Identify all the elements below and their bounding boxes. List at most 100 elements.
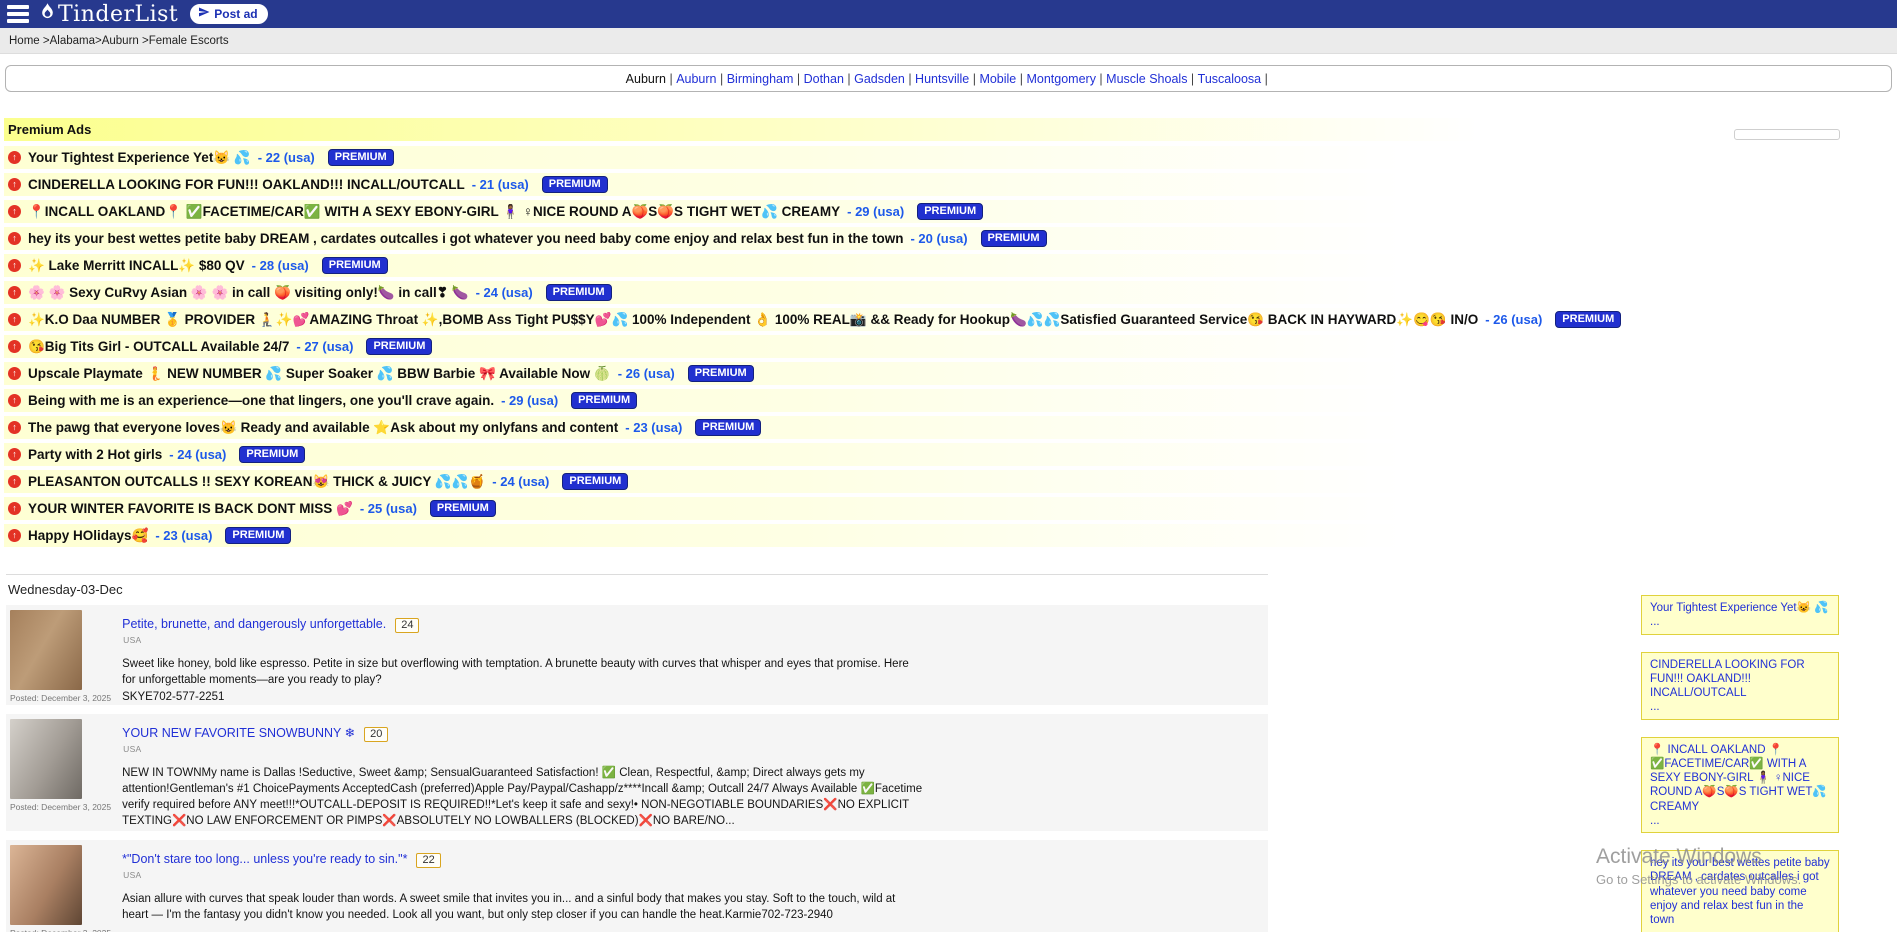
city-link-tuscaloosa[interactable]: Tuscaloosa xyxy=(1198,72,1261,86)
listing-title[interactable]: *"Don't stare too long... unless you're … xyxy=(122,852,407,866)
up-arrow-icon: ↑ xyxy=(8,313,21,326)
listing-country: USA xyxy=(123,635,922,645)
premium-ad-title[interactable]: hey its your best wettes petite baby DRE… xyxy=(28,231,903,246)
premium-ad-title[interactable]: 📍INCALL OAKLAND📍 ✅FACETIME/CAR✅ WITH A S… xyxy=(28,204,840,220)
premium-ad-age: - 27 (usa) xyxy=(296,339,353,354)
city-link-muscle-shoals[interactable]: Muscle Shoals xyxy=(1106,72,1187,86)
paper-plane-icon xyxy=(198,6,210,21)
breadcrumb-state[interactable]: Alabama xyxy=(50,35,95,47)
premium-badge: PREMIUM xyxy=(430,500,496,517)
premium-ad-row[interactable]: ↑ CINDERELLA LOOKING FOR FUN!!! OAKLAND!!… xyxy=(4,173,1893,196)
premium-ad-title[interactable]: Being with me is an experience—one that … xyxy=(28,393,494,408)
city-link-birmingham[interactable]: Birmingham xyxy=(727,72,794,86)
sidebar-premium-ads: Your Tightest Experience Yet😺 💦 ... CIND… xyxy=(1641,595,1839,932)
premium-ad-row[interactable]: ↑hey its your best wettes petite baby DR… xyxy=(4,227,1893,250)
premium-badge: PREMIUM xyxy=(239,446,305,463)
premium-ad-age: - 20 (usa) xyxy=(910,231,967,246)
premium-ad-row[interactable]: ↑✨ Lake Merritt INCALL✨ $80 QV- 28 (usa)… xyxy=(4,254,1893,277)
premium-ad-age: - 25 (usa) xyxy=(360,501,417,516)
premium-ad-title[interactable]: ✨ Lake Merritt INCALL✨ $80 QV xyxy=(28,258,245,274)
premium-ad-row[interactable]: ↑YOUR WINTER FAVORITE IS BACK DONT MISS … xyxy=(4,497,1893,520)
premium-badge: PREMIUM xyxy=(322,257,388,274)
premium-ad-row[interactable]: ↑ ✨K.O Daa NUMBER 🥇 PROVIDER 🧎✨💕AMAZING T… xyxy=(4,308,1893,331)
city-link-dothan[interactable]: Dothan xyxy=(804,72,844,86)
premium-ad-age: - 23 (usa) xyxy=(625,420,682,435)
post-ad-button[interactable]: Post ad xyxy=(190,4,267,24)
premium-ad-age: - 22 (usa) xyxy=(258,150,315,165)
premium-ad-row[interactable]: ↑Party with 2 Hot girls- 24 (usa)PREMIUM xyxy=(4,443,1893,466)
premium-ad-title[interactable]: Happy HOlidays🥰 xyxy=(28,528,148,544)
premium-ad-title[interactable]: 🌸 🌸 Sexy CuRvy Asian 🌸 🌸 in call 🍑 visit… xyxy=(28,285,469,301)
premium-badge: PREMIUM xyxy=(225,527,291,544)
breadcrumb-home[interactable]: Home xyxy=(9,35,40,47)
brand-name: TinderList xyxy=(58,2,178,27)
listing-country: USA xyxy=(123,744,922,754)
sidebar-ad[interactable]: hey its your best wettes petite baby DRE… xyxy=(1641,850,1839,932)
premium-ad-row[interactable]: ↑The pawg that everyone loves😺 Ready and… xyxy=(4,416,1893,439)
premium-ad-row[interactable]: ↑📍INCALL OAKLAND📍 ✅FACETIME/CAR✅ WITH A … xyxy=(4,200,1893,223)
posted-date: Posted: December 3, 2025 xyxy=(10,928,111,932)
up-arrow-icon: ↑ xyxy=(8,259,21,272)
premium-ad-row[interactable]: ↑ PLEASANTON OUTCALLS !! SEXY KOREAN😻 THI… xyxy=(4,470,1893,493)
premium-ad-title[interactable]: ✨K.O Daa NUMBER 🥇 PROVIDER 🧎✨💕AMAZING Th… xyxy=(28,312,1478,328)
city-link-montgomery[interactable]: Montgomery xyxy=(1026,72,1095,86)
premium-badge: PREMIUM xyxy=(695,419,761,436)
brand-logo[interactable]: TinderList xyxy=(39,1,178,27)
premium-ad-title[interactable]: 😘Big Tits Girl - OUTCALL Available 24/7 xyxy=(28,339,289,355)
premium-ad-age: - 24 (usa) xyxy=(492,474,549,489)
listing-photo[interactable] xyxy=(10,719,82,799)
posted-date: Posted: December 3, 2025 xyxy=(10,693,111,703)
premium-ad-row[interactable]: ↑Being with me is an experience—one that… xyxy=(4,389,1893,412)
premium-header: Premium Ads xyxy=(4,118,1893,141)
city-link-huntsville[interactable]: Huntsville xyxy=(915,72,969,86)
premium-ad-row[interactable]: ↑ 😘Big Tits Girl - OUTCALL Available 24/7… xyxy=(4,335,1893,358)
premium-ad-title[interactable]: Upscale Playmate 🧜 NEW NUMBER 💦 Super So… xyxy=(28,366,611,382)
menu-icon[interactable] xyxy=(7,5,29,23)
sidebar-ad[interactable]: Your Tightest Experience Yet😺 💦 ... xyxy=(1641,595,1839,635)
ellipsis: ... xyxy=(1650,700,1830,714)
premium-ad-row[interactable]: ↑Happy HOlidays🥰- 23 (usa)PREMIUM xyxy=(4,524,1893,547)
up-arrow-icon: ↑ xyxy=(8,178,21,191)
premium-badge: PREMIUM xyxy=(562,473,628,490)
premium-badge: PREMIUM xyxy=(917,203,983,220)
premium-badge: PREMIUM xyxy=(1555,311,1621,328)
premium-badge: PREMIUM xyxy=(366,338,432,355)
city-link-gadsden[interactable]: Gadsden xyxy=(854,72,905,86)
sidebar-ad[interactable]: 📍 INCALL OAKLAND 📍 ✅FACETIME/CAR✅ WITH A… xyxy=(1641,737,1839,834)
up-arrow-icon: ↑ xyxy=(8,340,21,353)
breadcrumb-category: Female Escorts xyxy=(149,35,229,47)
up-arrow-icon: ↑ xyxy=(8,151,21,164)
age-badge: 24 xyxy=(395,618,419,633)
listing-title[interactable]: Petite, brunette, and dangerously unforg… xyxy=(122,617,386,631)
premium-ad-title[interactable]: CINDERELLA LOOKING FOR FUN!!! OAKLAND!!!… xyxy=(28,177,465,192)
premium-ad-row[interactable]: ↑ Your Tightest Experience Yet😺 💦 - 22 (us… xyxy=(4,146,1893,169)
listing-description: Sweet like honey, bold like espresso. Pe… xyxy=(122,657,922,689)
premium-ad-title[interactable]: The pawg that everyone loves😺 Ready and … xyxy=(28,420,618,436)
sidebar-ad[interactable]: CINDERELLA LOOKING FOR FUN!!! OAKLAND!!!… xyxy=(1641,652,1839,720)
listing-photo[interactable] xyxy=(10,845,82,925)
premium-ad-title[interactable]: Your Tightest Experience Yet😺 💦 xyxy=(28,150,251,166)
listing-row: Posted: December 3, 2025 *"Don't stare t… xyxy=(6,840,1268,932)
listing-description: NEW IN TOWNMy name is Dallas !Seductive,… xyxy=(122,766,922,829)
city-link-mobile[interactable]: Mobile xyxy=(979,72,1016,86)
breadcrumb-city[interactable]: Auburn xyxy=(102,35,139,47)
flame-icon xyxy=(39,1,58,27)
listing-row: Posted: December 3, 2025 Petite, brunett… xyxy=(6,605,1268,705)
premium-badge: PREMIUM xyxy=(571,392,637,409)
premium-ad-title[interactable]: PLEASANTON OUTCALLS !! SEXY KOREAN😻 THIC… xyxy=(28,474,485,490)
up-arrow-icon: ↑ xyxy=(8,475,21,488)
premium-ad-row[interactable]: ↑Upscale Playmate 🧜 NEW NUMBER 💦 Super S… xyxy=(4,362,1893,385)
premium-ad-age: - 24 (usa) xyxy=(169,447,226,462)
premium-badge: PREMIUM xyxy=(542,176,608,193)
listing-row: Posted: December 3, 2025 YOUR NEW FAVORI… xyxy=(6,714,1268,831)
premium-ad-title[interactable]: YOUR WINTER FAVORITE IS BACK DONT MISS 💕 xyxy=(28,501,353,517)
city-link-auburn[interactable]: Auburn xyxy=(676,72,716,86)
top-navbar: TinderList Post ad xyxy=(0,0,1897,28)
premium-badge: PREMIUM xyxy=(546,284,612,301)
up-arrow-icon: ↑ xyxy=(8,529,21,542)
listing-country: USA xyxy=(123,870,922,880)
premium-ad-title[interactable]: Party with 2 Hot girls xyxy=(28,447,162,462)
listing-photo[interactable] xyxy=(10,610,82,690)
premium-ad-row[interactable]: ↑🌸 🌸 Sexy CuRvy Asian 🌸 🌸 in call 🍑 visi… xyxy=(4,281,1893,304)
listing-title[interactable]: YOUR NEW FAVORITE SNOWBUNNY ❄ xyxy=(122,726,355,740)
